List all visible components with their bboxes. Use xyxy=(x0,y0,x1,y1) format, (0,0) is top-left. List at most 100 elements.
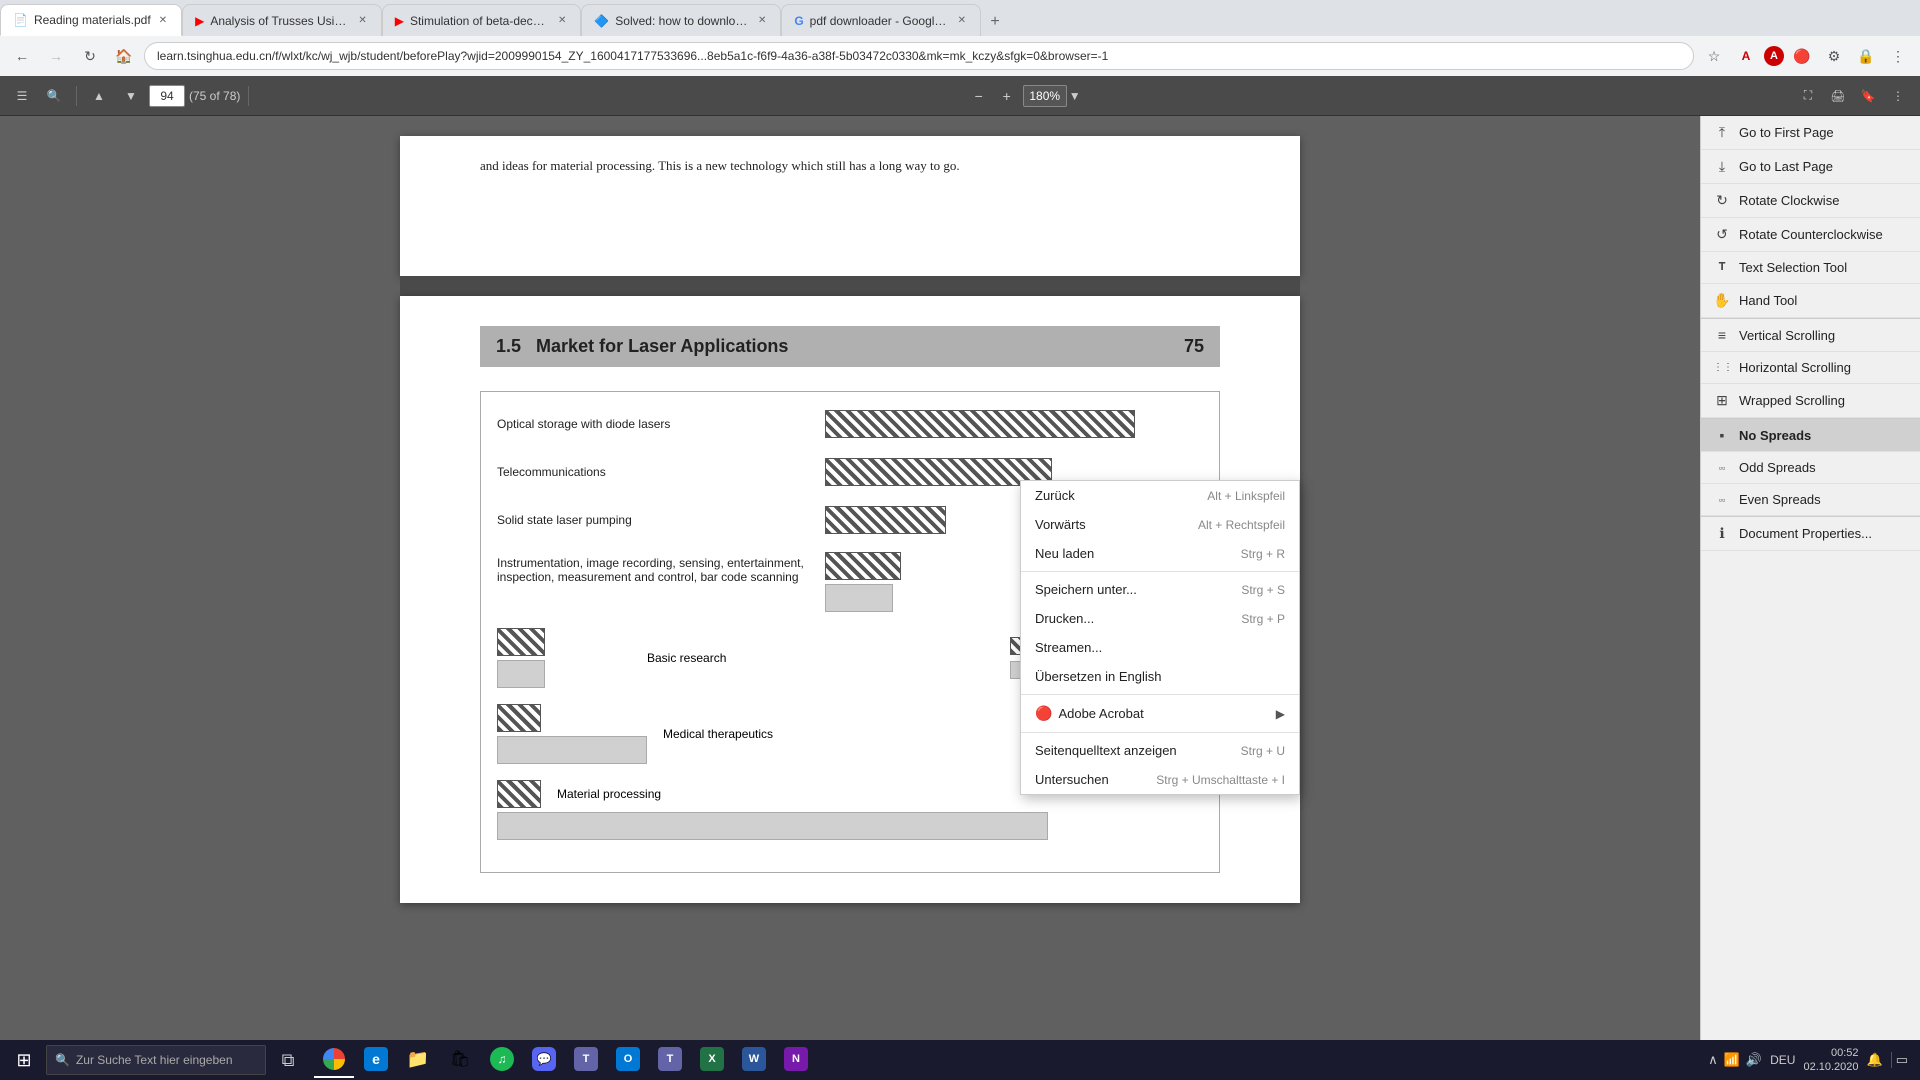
panel-item-no-spreads[interactable]: ▪ No Spreads xyxy=(1701,419,1920,452)
taskbar-app-outlook[interactable]: O xyxy=(608,1042,648,1078)
fullscreen-button[interactable]: ⛶ xyxy=(1794,82,1822,110)
zoom-dropdown-icon[interactable]: ▼ xyxy=(1069,89,1081,103)
tab-close-2[interactable]: ✕ xyxy=(356,13,368,28)
ctx-print-shortcut: Strg + P xyxy=(1241,612,1285,626)
ctx-item-forward[interactable]: Vorwärts Alt + Rechtspfeil xyxy=(1021,510,1299,539)
taskbar-app-excel[interactable]: X xyxy=(692,1042,732,1078)
taskbar-app-edge[interactable]: e xyxy=(356,1042,396,1078)
ctx-item-translate[interactable]: Übersetzen in English xyxy=(1021,662,1299,691)
more-tools-button[interactable]: ⋮ xyxy=(1884,82,1912,110)
next-page-button[interactable]: ▼ xyxy=(117,82,145,110)
start-button[interactable]: ⊞ xyxy=(4,1042,44,1078)
extension-icon-3[interactable]: 🔴 xyxy=(1788,42,1816,70)
tab-close-3[interactable]: ✕ xyxy=(556,13,568,28)
taskview-button[interactable]: ⧉ xyxy=(268,1042,308,1078)
ctx-item-stream[interactable]: Streamen... xyxy=(1021,633,1299,662)
prev-page-button[interactable]: ▲ xyxy=(85,82,113,110)
taskbar-search[interactable]: 🔍 Zur Suche Text hier eingeben xyxy=(46,1045,266,1075)
chart-bar-wrap-6 xyxy=(497,704,647,764)
zoom-input[interactable] xyxy=(1023,85,1067,107)
taskbar-app-teams[interactable]: T xyxy=(566,1042,606,1078)
ctx-translate-label: Übersetzen in English xyxy=(1035,669,1161,684)
ctx-item-save[interactable]: Speichern unter... Strg + S xyxy=(1021,575,1299,604)
panel-item-hand[interactable]: ✋ Hand Tool xyxy=(1701,284,1920,318)
taskbar-app-explorer[interactable]: 📁 xyxy=(398,1042,438,1078)
ctx-item-back[interactable]: Zurück Alt + Linkspfeil xyxy=(1021,481,1299,510)
ctx-save-label: Speichern unter... xyxy=(1035,582,1137,597)
ctx-item-print[interactable]: Drucken... Strg + P xyxy=(1021,604,1299,633)
panel-item-doc-properties[interactable]: ℹ Document Properties... xyxy=(1701,517,1920,551)
taskbar-app-teams2[interactable]: T xyxy=(650,1042,690,1078)
tab-analysis[interactable]: ▶ Analysis of Trusses Using Finite E... … xyxy=(182,4,382,36)
vertical-scroll-label: Vertical Scrolling xyxy=(1739,328,1835,343)
nav-home[interactable]: 🏠 xyxy=(110,42,138,70)
tab-close-1[interactable]: ✕ xyxy=(157,13,169,28)
ctx-item-reload[interactable]: Neu laden Strg + R xyxy=(1021,539,1299,568)
ctx-item-acrobat[interactable]: 🔴 Adobe Acrobat ▶ xyxy=(1021,698,1299,729)
extension-icon-5[interactable]: 🔒 xyxy=(1852,42,1880,70)
language-indicator[interactable]: DEU xyxy=(1770,1053,1795,1067)
panel-item-even-spreads[interactable]: ▫▫ Even Spreads xyxy=(1701,484,1920,516)
sys-tray: ∧ 📶 🔊 xyxy=(1708,1052,1762,1068)
panel-item-go-first[interactable]: ⤒ Go to First Page xyxy=(1701,116,1920,150)
nav-reload[interactable]: ↻ xyxy=(76,42,104,70)
extension-icon-1[interactable]: A xyxy=(1732,42,1760,70)
address-bar[interactable]: learn.tsinghua.edu.cn/f/wlxt/kc/wj_wjb/s… xyxy=(144,42,1694,70)
print-button[interactable]: 🖨 xyxy=(1824,82,1852,110)
zoom-controls: − + ▼ xyxy=(967,84,1081,108)
panel-item-rotate-cw[interactable]: ↻ Rotate Clockwise xyxy=(1701,184,1920,218)
time-block[interactable]: 00:52 02.10.2020 xyxy=(1803,1046,1858,1075)
panel-item-rotate-ccw[interactable]: ↺ Rotate Counterclockwise xyxy=(1701,218,1920,252)
taskbar-app-discord[interactable]: 💬 xyxy=(524,1042,564,1078)
tab-stimulation[interactable]: ▶ Stimulation of beta-decay by las... ✕ xyxy=(382,4,582,36)
taskbar-app-store[interactable]: 🛍 xyxy=(440,1042,480,1078)
ctx-item-inspect[interactable]: Untersuchen Strg + Umschalttaste + I xyxy=(1021,765,1299,794)
zoom-out-button[interactable]: − xyxy=(967,84,991,108)
ctx-source-shortcut: Strg + U xyxy=(1241,744,1285,758)
taskbar-app-spotify[interactable]: ♫ xyxy=(482,1042,522,1078)
find-button[interactable]: 🔍 xyxy=(40,82,68,110)
panel-item-text-select[interactable]: 𝐓 Text Selection Tool xyxy=(1701,252,1920,284)
tab-close-5[interactable]: ✕ xyxy=(956,13,968,28)
panel-item-go-last[interactable]: ⤓ Go to Last Page xyxy=(1701,150,1920,184)
horizontal-scroll-icon: ⋮⋮ xyxy=(1713,362,1731,373)
ctx-item-source[interactable]: Seitenquelltext anzeigen Strg + U xyxy=(1021,736,1299,765)
doc-properties-icon: ℹ xyxy=(1713,525,1731,542)
even-spreads-label: Even Spreads xyxy=(1739,492,1821,507)
panel-item-wrapped-scroll[interactable]: ⊞ Wrapped Scrolling xyxy=(1701,384,1920,418)
tab-solved[interactable]: 🔷 Solved: how to download a pdf f... ✕ xyxy=(581,4,781,36)
network-icon[interactable]: 📶 xyxy=(1724,1052,1740,1068)
teams2-icon: T xyxy=(658,1047,682,1071)
volume-icon[interactable]: 🔊 xyxy=(1746,1052,1762,1068)
tab-favicon-5: G xyxy=(794,14,803,28)
panel-item-vertical-scroll[interactable]: ≡ Vertical Scrolling xyxy=(1701,319,1920,352)
chart-bar-wrap-1 xyxy=(825,410,1203,438)
notification-icon[interactable]: 🔔 xyxy=(1867,1052,1883,1068)
tab-google[interactable]: G pdf downloader - Google Search ✕ xyxy=(781,4,981,36)
zoom-in-button[interactable]: + xyxy=(995,84,1019,108)
new-tab-button[interactable]: + xyxy=(981,8,1009,36)
chart-label-2: Telecommunications xyxy=(497,465,817,479)
tab-reading-materials[interactable]: 📄 Reading materials.pdf ✕ xyxy=(0,4,182,36)
chart-label-1: Optical storage with diode lasers xyxy=(497,417,817,431)
extension-icon-4[interactable]: ⚙ xyxy=(1820,42,1848,70)
taskbar-app-onenote[interactable]: N xyxy=(776,1042,816,1078)
sidebar-toggle-button[interactable]: ☰ xyxy=(8,82,36,110)
show-desktop-icon[interactable]: ▭ xyxy=(1891,1052,1908,1068)
taskbar-app-chrome[interactable] xyxy=(314,1042,354,1078)
extension-icon-2[interactable]: A xyxy=(1764,46,1784,66)
page-number-input[interactable] xyxy=(149,85,185,107)
tab-close-4[interactable]: ✕ xyxy=(756,13,768,28)
nav-forward[interactable]: → xyxy=(42,42,70,70)
bookmark-button[interactable]: 🔖 xyxy=(1854,82,1882,110)
tab-title-3: Stimulation of beta-decay by las... xyxy=(410,14,550,28)
tray-up-icon[interactable]: ∧ xyxy=(1708,1052,1718,1068)
acrobat-icon: 🔴 xyxy=(1035,705,1052,722)
panel-item-odd-spreads[interactable]: ▫▫ Odd Spreads xyxy=(1701,452,1920,484)
bookmark-star-icon[interactable]: ☆ xyxy=(1700,42,1728,70)
browser-menu-icon[interactable]: ⋮ xyxy=(1884,42,1912,70)
section-page-number: 75 xyxy=(1184,336,1204,357)
panel-item-horizontal-scroll[interactable]: ⋮⋮ Horizontal Scrolling xyxy=(1701,352,1920,384)
taskbar-app-word[interactable]: W xyxy=(734,1042,774,1078)
nav-back[interactable]: ← xyxy=(8,42,36,70)
